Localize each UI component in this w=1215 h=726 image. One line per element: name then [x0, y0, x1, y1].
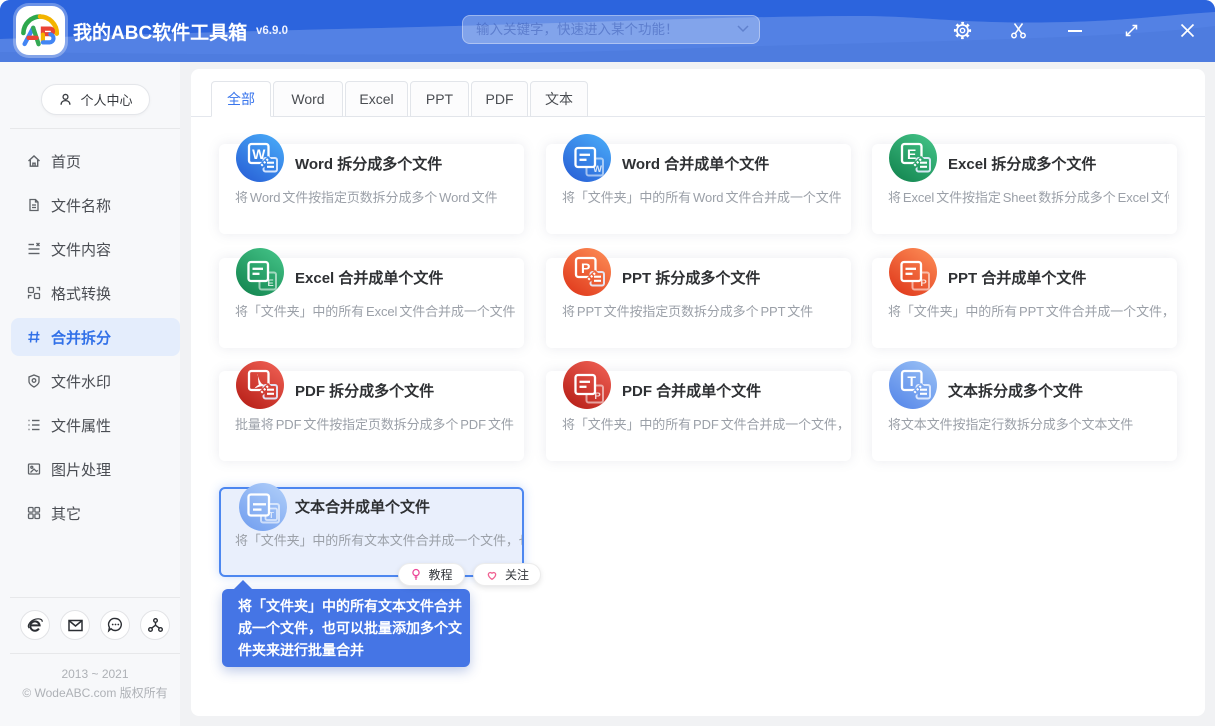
svg-text:E: E	[907, 146, 916, 162]
svg-text:P: P	[581, 259, 590, 275]
svg-text:T: T	[907, 373, 916, 389]
